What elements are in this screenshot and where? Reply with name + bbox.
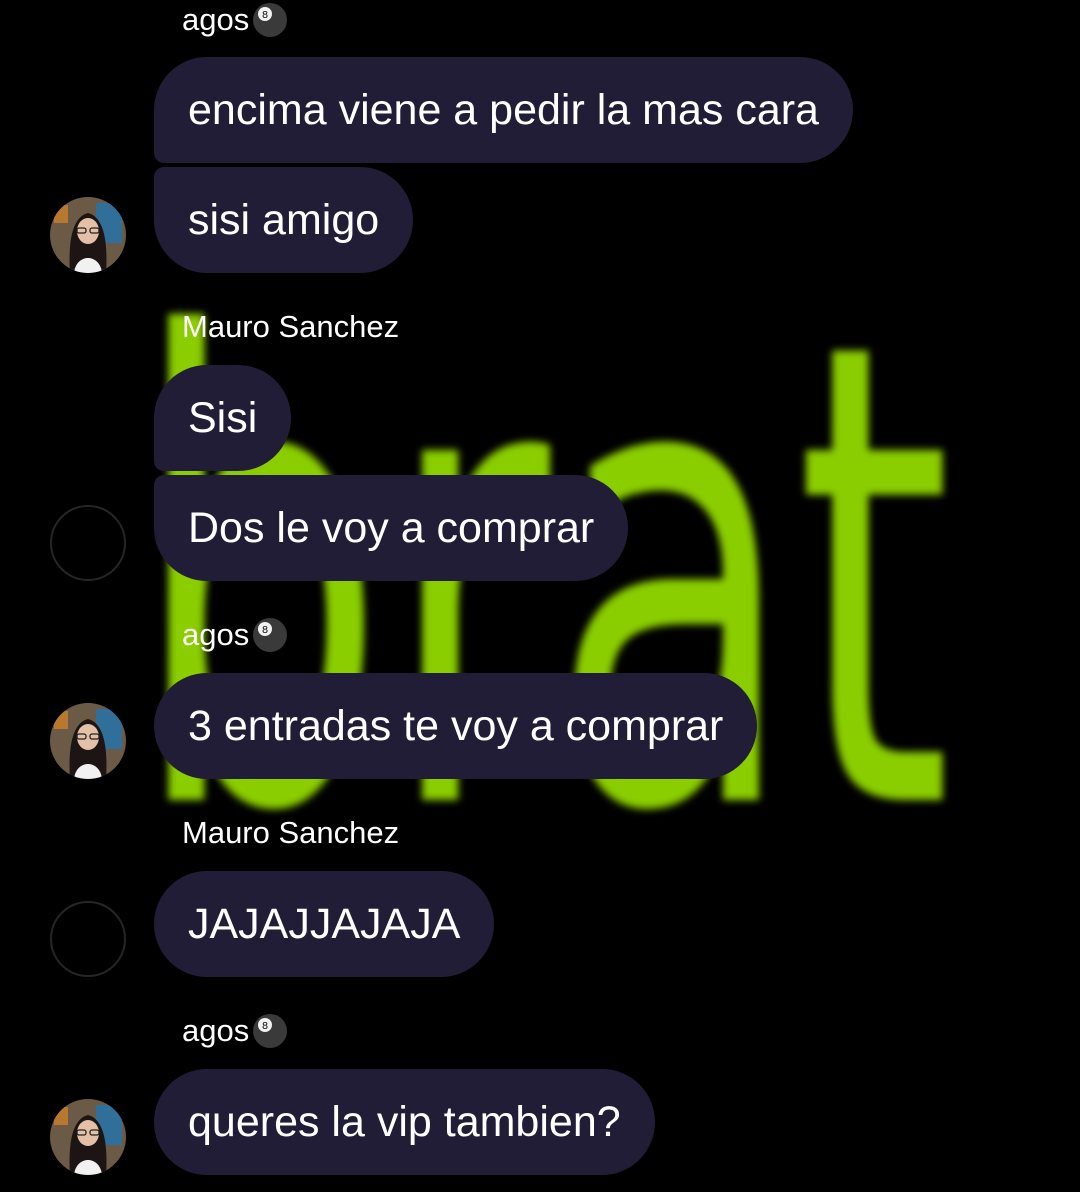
svg-text:8: 8	[262, 625, 268, 636]
chat-thread[interactable]: brat agos 8 encima viene a pedir la mas …	[0, 0, 1080, 1192]
avatar[interactable]	[50, 1099, 126, 1175]
sender-name: agos 8	[182, 615, 289, 655]
message-bubble[interactable]: queres la vip tambien?	[154, 1069, 655, 1175]
avatar[interactable]	[50, 901, 126, 977]
message-bubble[interactable]: JAJAJJAJAJA	[154, 871, 495, 977]
svg-text:8: 8	[262, 10, 268, 21]
sender-name: Mauro Sanchez	[182, 309, 400, 344]
eight-ball-icon: 8	[251, 616, 289, 654]
avatar[interactable]	[50, 703, 126, 779]
message-bubble[interactable]: Dos le voy a comprar	[154, 475, 629, 581]
sender-name: agos 8	[182, 1011, 289, 1051]
message-bubble[interactable]: Sisi	[154, 365, 292, 471]
avatar[interactable]	[50, 505, 126, 581]
message-bubble[interactable]: sisi amigo	[154, 167, 414, 273]
eight-ball-icon: 8	[251, 1012, 289, 1050]
avatar[interactable]	[50, 197, 126, 273]
message-bubble[interactable]: 3 entradas te voy a comprar	[154, 673, 758, 779]
svg-text:8: 8	[262, 1021, 268, 1032]
eight-ball-icon: 8	[251, 1, 289, 39]
sender-name: agos 8	[182, 0, 289, 40]
sender-name: Mauro Sanchez	[182, 815, 400, 850]
message-bubble[interactable]: encima viene a pedir la mas cara	[154, 57, 853, 163]
